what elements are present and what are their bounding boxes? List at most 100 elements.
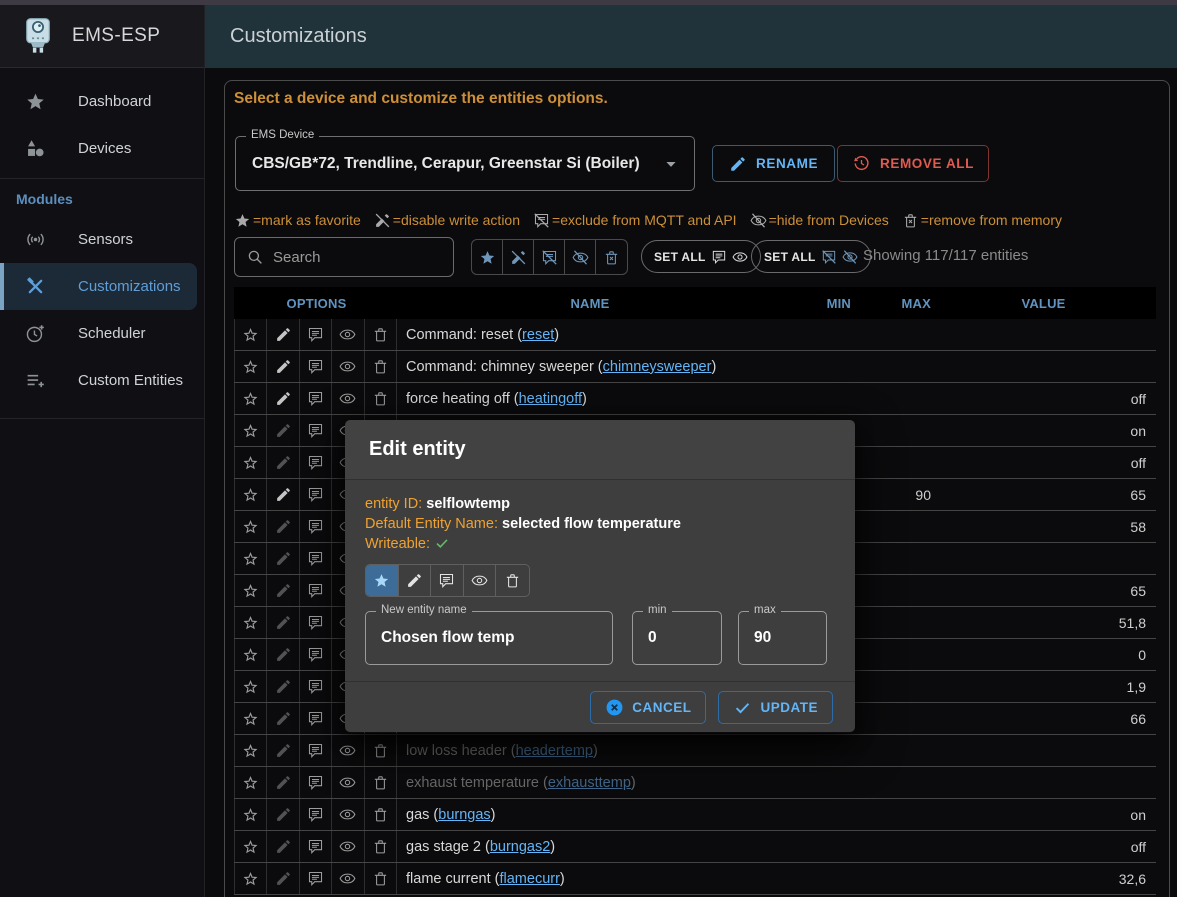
favorite-star-icon[interactable] xyxy=(235,863,267,894)
entity-shortname-link[interactable]: burngas xyxy=(438,807,490,823)
edit-pencil-icon[interactable] xyxy=(267,383,299,414)
filter-pencil-off-button[interactable] xyxy=(503,240,534,274)
mqtt-comment-icon[interactable] xyxy=(300,767,332,798)
mqtt-comment-icon[interactable] xyxy=(300,543,332,574)
mqtt-comment-toggle[interactable] xyxy=(431,565,464,596)
mqtt-comment-icon[interactable] xyxy=(300,799,332,830)
cancel-button[interactable]: CANCEL xyxy=(590,691,706,724)
favorite-star-icon[interactable] xyxy=(235,671,267,702)
remove-trash-toggle[interactable] xyxy=(496,565,529,596)
favorite-star-toggle[interactable] xyxy=(366,565,399,596)
edit-pencil-icon[interactable] xyxy=(267,543,299,574)
favorite-star-icon[interactable] xyxy=(235,767,267,798)
edit-pencil-icon[interactable] xyxy=(267,511,299,542)
edit-pencil-icon[interactable] xyxy=(267,415,299,446)
remove-trash-icon[interactable] xyxy=(365,383,397,414)
remove-trash-icon[interactable] xyxy=(365,863,397,894)
remove-trash-icon[interactable] xyxy=(365,799,397,830)
sidebar-item-customizations[interactable]: Customizations xyxy=(0,263,197,310)
edit-pencil-icon[interactable] xyxy=(267,351,299,382)
edit-pencil-icon[interactable] xyxy=(267,607,299,638)
entity-shortname-link[interactable]: headertemp xyxy=(516,743,593,759)
set-all-hidden-button[interactable]: SET ALL xyxy=(751,240,871,273)
min-input[interactable] xyxy=(633,612,721,664)
mqtt-comment-icon[interactable] xyxy=(300,831,332,862)
favorite-star-icon[interactable] xyxy=(235,447,267,478)
edit-pencil-icon[interactable] xyxy=(267,479,299,510)
edit-pencil-icon[interactable] xyxy=(267,863,299,894)
mqtt-comment-icon[interactable] xyxy=(300,863,332,894)
entity-shortname-link[interactable]: heatingoff xyxy=(519,391,582,407)
favorite-star-icon[interactable] xyxy=(235,351,267,382)
entity-shortname-link[interactable]: exhausttemp xyxy=(548,775,631,791)
edit-pencil-icon[interactable] xyxy=(267,639,299,670)
visibility-eye-icon[interactable] xyxy=(332,863,364,894)
edit-pencil-icon[interactable] xyxy=(267,319,299,350)
favorite-star-icon[interactable] xyxy=(235,607,267,638)
favorite-star-icon[interactable] xyxy=(235,415,267,446)
edit-pencil-icon[interactable] xyxy=(267,575,299,606)
edit-pencil-icon[interactable] xyxy=(267,735,299,766)
sidebar-item-devices[interactable]: Devices xyxy=(0,125,204,172)
favorite-star-icon[interactable] xyxy=(235,575,267,606)
mqtt-comment-icon[interactable] xyxy=(300,671,332,702)
sidebar-item-sensors[interactable]: Sensors xyxy=(0,216,204,263)
remove-trash-icon[interactable] xyxy=(365,767,397,798)
edit-pencil-icon[interactable] xyxy=(267,799,299,830)
favorite-star-icon[interactable] xyxy=(235,831,267,862)
entity-shortname-link[interactable]: burngas2 xyxy=(490,839,550,855)
edit-pencil-icon[interactable] xyxy=(267,671,299,702)
max-input[interactable] xyxy=(739,612,826,664)
set-all-visible-button[interactable]: SET ALL xyxy=(641,240,761,273)
visibility-eye-icon[interactable] xyxy=(332,351,364,382)
entity-shortname-link[interactable]: flamecurr xyxy=(499,871,559,887)
favorite-star-icon[interactable] xyxy=(235,543,267,574)
favorite-star-icon[interactable] xyxy=(235,799,267,830)
sidebar-item-dashboard[interactable]: Dashboard xyxy=(0,78,204,125)
search-input[interactable] xyxy=(264,248,453,267)
visibility-eye-icon[interactable] xyxy=(332,767,364,798)
mqtt-comment-icon[interactable] xyxy=(300,415,332,446)
new-entity-name-input[interactable] xyxy=(366,612,612,664)
edit-pencil-icon[interactable] xyxy=(267,767,299,798)
mqtt-comment-icon[interactable] xyxy=(300,607,332,638)
mqtt-comment-icon[interactable] xyxy=(300,735,332,766)
mqtt-comment-icon[interactable] xyxy=(300,447,332,478)
visibility-eye-toggle[interactable] xyxy=(464,565,497,596)
favorite-star-icon[interactable] xyxy=(235,383,267,414)
favorite-star-icon[interactable] xyxy=(235,639,267,670)
visibility-eye-icon[interactable] xyxy=(332,383,364,414)
write-pencil-toggle[interactable] xyxy=(399,565,432,596)
mqtt-comment-icon[interactable] xyxy=(300,639,332,670)
favorite-star-icon[interactable] xyxy=(235,319,267,350)
mqtt-comment-icon[interactable] xyxy=(300,703,332,734)
filter-trash-x-button[interactable] xyxy=(596,240,627,274)
filter-eye-off-button[interactable] xyxy=(565,240,596,274)
favorite-star-icon[interactable] xyxy=(235,511,267,542)
ems-device-select[interactable]: EMS Device CBS/GB*72, Trendline, Cerapur… xyxy=(235,136,695,191)
visibility-eye-icon[interactable] xyxy=(332,799,364,830)
visibility-eye-icon[interactable] xyxy=(332,735,364,766)
remove-trash-icon[interactable] xyxy=(365,831,397,862)
remove-trash-icon[interactable] xyxy=(365,319,397,350)
filter-star-button[interactable] xyxy=(472,240,503,274)
rename-button[interactable]: RENAME xyxy=(712,145,835,182)
entity-shortname-link[interactable]: chimneysweeper xyxy=(603,359,712,375)
favorite-star-icon[interactable] xyxy=(235,479,267,510)
remove-trash-icon[interactable] xyxy=(365,351,397,382)
mqtt-comment-icon[interactable] xyxy=(300,511,332,542)
visibility-eye-icon[interactable] xyxy=(332,319,364,350)
remove-trash-icon[interactable] xyxy=(365,735,397,766)
edit-pencil-icon[interactable] xyxy=(267,831,299,862)
visibility-eye-icon[interactable] xyxy=(332,831,364,862)
mqtt-comment-icon[interactable] xyxy=(300,319,332,350)
mqtt-comment-icon[interactable] xyxy=(300,351,332,382)
filter-comment-off-button[interactable] xyxy=(534,240,565,274)
remove-all-button[interactable]: REMOVE ALL xyxy=(837,145,989,182)
sidebar-item-scheduler[interactable]: Scheduler xyxy=(0,310,204,357)
update-button[interactable]: UPDATE xyxy=(718,691,833,724)
mqtt-comment-icon[interactable] xyxy=(300,575,332,606)
mqtt-comment-icon[interactable] xyxy=(300,383,332,414)
favorite-star-icon[interactable] xyxy=(235,735,267,766)
favorite-star-icon[interactable] xyxy=(235,703,267,734)
